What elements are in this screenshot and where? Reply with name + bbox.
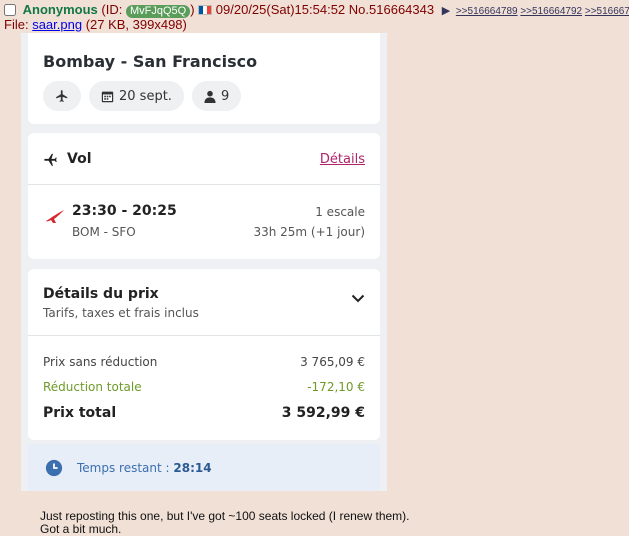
post-select-checkbox[interactable] <box>4 4 16 16</box>
price-card: Détails du prix Tarifs, taxes et frais i… <box>28 269 380 440</box>
price-value: -172,10 € <box>307 380 365 394</box>
route-title: Bombay - San Francisco <box>43 52 258 71</box>
flight-section-label: Vol <box>67 151 92 167</box>
price-row-discount: Réduction totale -172,10 € <box>43 380 365 394</box>
menu-arrow-icon[interactable]: ▶ <box>442 5 450 17</box>
file-info-line: File: saar.png (27 KB, 399x498) <box>4 17 187 32</box>
reply-link[interactable]: >>516664789 <box>456 6 518 17</box>
time-remaining: Temps restant : 28:14 <box>77 461 212 475</box>
post-comment-line: Got a bit much. <box>40 522 122 536</box>
divider <box>28 335 380 336</box>
date-value: 20 sept. <box>119 88 172 104</box>
flight-times: 23:30 - 20:25 <box>72 203 177 219</box>
airline-logo-icon <box>46 210 64 223</box>
flight-card: Vol Détails 23:30 - 20:25 BOM - SFO 1 es… <box>28 133 380 259</box>
price-subtitle: Tarifs, taxes et frais inclus <box>43 306 199 320</box>
person-icon <box>204 90 216 103</box>
post-comment-line: Just reposting this one, but I've got ~1… <box>40 509 410 523</box>
clock-icon <box>45 459 63 476</box>
flight-section-header: Vol <box>43 151 92 167</box>
flight-airports: BOM - SFO <box>72 225 136 239</box>
file-meta: (27 KB, 399x498) <box>85 17 187 32</box>
chevron-down-icon[interactable] <box>351 294 365 303</box>
price-row-total: Prix total 3 592,99 € <box>43 405 365 421</box>
price-label: Réduction totale <box>43 380 142 394</box>
file-link[interactable]: saar.png <box>32 17 82 32</box>
price-title: Détails du prix <box>43 286 159 302</box>
plane-icon <box>56 90 68 102</box>
passengers-chip: 9 <box>191 81 242 111</box>
time-remaining-bar: Temps restant : 28:14 <box>28 444 380 491</box>
post-number[interactable]: No.516664343 <box>349 2 434 17</box>
reply-links: >>516664789 >>516664792 >>516667009 > <box>456 6 629 17</box>
search-chips: 20 sept. 9 <box>43 81 242 111</box>
flight-duration: 33h 25m (+1 jour) <box>253 225 365 239</box>
flight-stops: 1 escale <box>315 205 365 219</box>
reply-link[interactable]: >>516664792 <box>520 6 582 17</box>
time-remaining-value: 28:14 <box>173 460 212 475</box>
price-label: Prix sans réduction <box>43 355 158 369</box>
poster-name: Anonymous <box>22 2 98 17</box>
trip-type-chip <box>43 81 81 111</box>
date-chip: 20 sept. <box>89 81 184 111</box>
price-value: 3 765,09 € <box>300 355 365 369</box>
calendar-icon <box>101 91 114 102</box>
time-remaining-label: Temps restant : <box>77 460 170 475</box>
route-card: Bombay - San Francisco 20 sept. 9 <box>28 33 380 124</box>
reply-link[interactable]: >>516667009 <box>585 6 629 17</box>
attached-image[interactable]: Bombay - San Francisco 20 sept. 9 Vol Dé… <box>21 33 387 491</box>
passengers-value: 9 <box>220 88 230 104</box>
post-header: Anonymous (ID: MvFJqQ5Q) 09/20/25(Sat)15… <box>4 2 629 18</box>
id-suffix: ) <box>190 2 195 17</box>
divider <box>28 184 380 185</box>
flag-fr-icon <box>198 5 213 15</box>
plane-icon <box>44 153 57 166</box>
price-label: Prix total <box>43 405 117 421</box>
flight-details-link[interactable]: Détails <box>320 152 365 167</box>
id-prefix: (ID: <box>101 2 123 17</box>
post-datetime: 09/20/25(Sat)15:54:52 <box>215 2 346 17</box>
price-value: 3 592,99 € <box>281 405 365 421</box>
price-row-base: Prix sans réduction 3 765,09 € <box>43 355 365 369</box>
file-prefix: File: <box>4 17 29 32</box>
